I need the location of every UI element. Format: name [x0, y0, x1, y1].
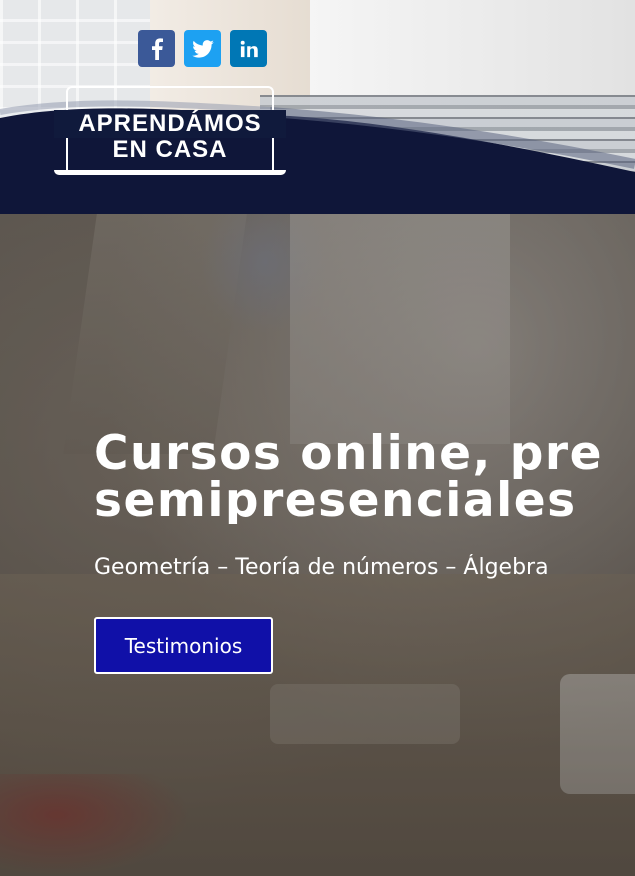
- testimonios-button[interactable]: Testimonios: [94, 617, 273, 674]
- linkedin-button[interactable]: [230, 30, 267, 67]
- hero-dark-overlay: [0, 214, 635, 876]
- facebook-icon: [151, 37, 163, 60]
- hero-subtitle: Geometría – Teoría de números – Álgebra: [94, 555, 549, 580]
- site-header: APRENDÁMOS EN CASA: [0, 0, 635, 214]
- logo-text-line-1: APRENDÁMOS: [54, 110, 286, 138]
- hero-title-line-2: semipresenciales: [94, 473, 577, 524]
- hero-section: Cursos online, pre semipresenciales Geom…: [0, 214, 635, 876]
- logo-laptop-base: [54, 170, 286, 175]
- site-logo[interactable]: APRENDÁMOS EN CASA: [54, 86, 286, 180]
- twitter-button[interactable]: [184, 30, 221, 67]
- facebook-button[interactable]: [138, 30, 175, 67]
- social-links: [138, 30, 267, 67]
- hero-title: Cursos online, pre semipresenciales: [94, 430, 635, 524]
- logo-text-line-2: EN CASA: [112, 136, 228, 163]
- linkedin-icon: [240, 40, 258, 57]
- page: APRENDÁMOS EN CASA Cursos online, pre se…: [0, 0, 635, 876]
- twitter-icon: [191, 39, 214, 58]
